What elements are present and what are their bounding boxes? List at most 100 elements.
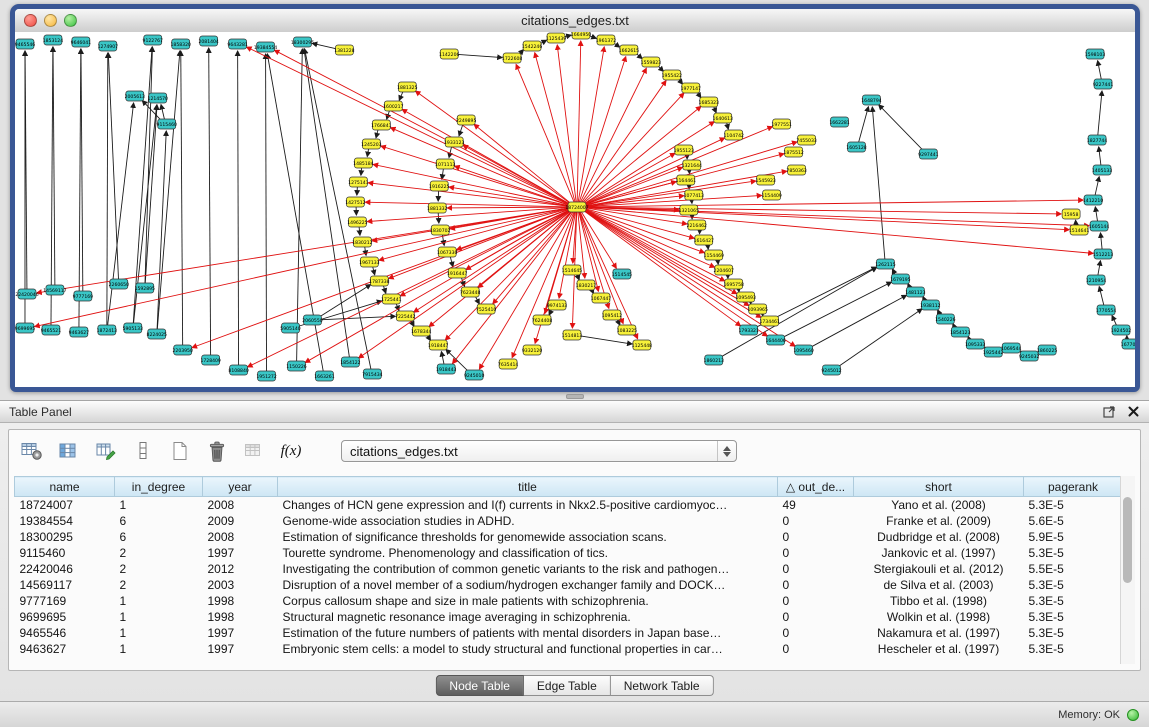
cell-year[interactable]: 2009 <box>203 513 278 529</box>
cell-out_degree[interactable]: 0 <box>778 545 854 561</box>
cell-in_degree[interactable]: 6 <box>115 513 203 529</box>
tab-node-table[interactable]: Node Table <box>435 675 524 696</box>
cell-short[interactable]: Hescheler et al. (1997) <box>854 641 1024 657</box>
table-row[interactable]: 1456911722003Disruption of a novel membe… <box>15 577 1123 593</box>
cell-short[interactable]: Tibbo et al. (1998) <box>854 593 1024 609</box>
window-titlebar[interactable]: citations_edges.txt <box>15 9 1135 33</box>
cell-year[interactable]: 2008 <box>203 529 278 545</box>
cell-out_degree[interactable]: 0 <box>778 561 854 577</box>
cell-year[interactable]: 1998 <box>203 609 278 625</box>
cell-year[interactable]: 1997 <box>203 641 278 657</box>
minimize-window-button[interactable] <box>44 14 57 27</box>
close-window-button[interactable] <box>24 14 37 27</box>
cell-in_degree[interactable]: 6 <box>115 529 203 545</box>
new-table-icon[interactable] <box>167 439 193 463</box>
cell-short[interactable]: Franke et al. (2009) <box>854 513 1024 529</box>
cell-name[interactable]: 18724007 <box>15 497 115 514</box>
column-strip-icon[interactable] <box>130 439 156 463</box>
cell-in_degree[interactable]: 2 <box>115 561 203 577</box>
cell-short[interactable]: de Silva et al. (2003) <box>854 577 1024 593</box>
edit-table-icon[interactable] <box>93 439 119 463</box>
cell-out_degree[interactable]: 0 <box>778 577 854 593</box>
cell-title[interactable]: Genome-wide association studies in ADHD. <box>278 513 778 529</box>
table-row[interactable]: 946554611997Estimation of the future num… <box>15 625 1123 641</box>
cell-pagerank[interactable]: 5.3E-5 <box>1024 593 1123 609</box>
show-columns-icon[interactable] <box>56 439 82 463</box>
cell-year[interactable]: 2008 <box>203 497 278 514</box>
cell-title[interactable]: Tourette syndrome. Phenomenology and cla… <box>278 545 778 561</box>
cell-name[interactable]: 18300295 <box>15 529 115 545</box>
cell-year[interactable]: 1997 <box>203 625 278 641</box>
close-panel-icon[interactable] <box>1126 405 1140 419</box>
cell-name[interactable]: 9465546 <box>15 625 115 641</box>
tab-network-table[interactable]: Network Table <box>611 675 714 696</box>
cell-name[interactable]: 9699695 <box>15 609 115 625</box>
scrollbar-thumb[interactable] <box>1123 497 1132 583</box>
cell-out_degree[interactable]: 0 <box>778 513 854 529</box>
table-row[interactable]: 911546021997Tourette syndrome. Phenomeno… <box>15 545 1123 561</box>
cell-name[interactable]: 9777169 <box>15 593 115 609</box>
cell-out_degree[interactable]: 0 <box>778 625 854 641</box>
cell-out_degree[interactable]: 49 <box>778 497 854 514</box>
table-row[interactable]: 977716911998Corpus callosum shape and si… <box>15 593 1123 609</box>
cell-in_degree[interactable]: 1 <box>115 593 203 609</box>
cell-in_degree[interactable]: 1 <box>115 641 203 657</box>
table-row[interactable]: 2242004622012Investigating the contribut… <box>15 561 1123 577</box>
table-vertical-scrollbar[interactable] <box>1120 476 1135 664</box>
cell-title[interactable]: Disruption of a novel member of a sodium… <box>278 577 778 593</box>
column-header-year[interactable]: year <box>203 477 278 497</box>
cell-title[interactable]: Corpus callosum shape and size in male p… <box>278 593 778 609</box>
cell-year[interactable]: 1998 <box>203 593 278 609</box>
cell-title[interactable]: Structural magnetic resonance image aver… <box>278 609 778 625</box>
cell-in_degree[interactable]: 1 <box>115 497 203 514</box>
column-header-title[interactable]: title <box>278 477 778 497</box>
table-row[interactable]: 1830029562008Estimation of significance … <box>15 529 1123 545</box>
table-source-dropdown[interactable]: citations_edges.txt <box>341 440 737 462</box>
cell-short[interactable]: Wolkin et al. (1998) <box>854 609 1024 625</box>
cell-short[interactable]: Nakamura et al. (1997) <box>854 625 1024 641</box>
table-row[interactable]: 1872400712008Changes of HCN gene express… <box>15 497 1123 514</box>
cell-pagerank[interactable]: 5.5E-5 <box>1024 561 1123 577</box>
cell-title[interactable]: Estimation of significance thresholds fo… <box>278 529 778 545</box>
cell-short[interactable]: Stergiakouli et al. (2012) <box>854 561 1024 577</box>
cell-pagerank[interactable]: 5.6E-5 <box>1024 513 1123 529</box>
column-header-in_degree[interactable]: in_degree <box>115 477 203 497</box>
cell-out_degree[interactable]: 0 <box>778 529 854 545</box>
table-row[interactable]: 946362711997Embryonic stem cells: a mode… <box>15 641 1123 657</box>
cell-in_degree[interactable]: 1 <box>115 625 203 641</box>
network-graph[interactable]: 9465546185312496460411274907912276718583… <box>15 32 1135 387</box>
cell-name[interactable]: 14569117 <box>15 577 115 593</box>
cell-name[interactable]: 9115460 <box>15 545 115 561</box>
cell-short[interactable]: Jankovic et al. (1997) <box>854 545 1024 561</box>
table-row[interactable]: 1938455462009Genome-wide association stu… <box>15 513 1123 529</box>
table-row[interactable]: 969969511998Structural magnetic resonanc… <box>15 609 1123 625</box>
cell-year[interactable]: 2012 <box>203 561 278 577</box>
float-panel-icon[interactable] <box>1102 405 1116 419</box>
cell-name[interactable]: 22420046 <box>15 561 115 577</box>
network-canvas[interactable]: 9465546185312496460411274907912276718583… <box>15 32 1135 387</box>
function-builder-icon[interactable]: f(x) <box>278 439 304 463</box>
cell-short[interactable]: Dudbridge et al. (2008) <box>854 529 1024 545</box>
cell-title[interactable]: Estimation of the future numbers of pati… <box>278 625 778 641</box>
cell-title[interactable]: Investigating the contribution of common… <box>278 561 778 577</box>
column-header-short[interactable]: short <box>854 477 1024 497</box>
cell-name[interactable]: 19384554 <box>15 513 115 529</box>
cell-pagerank[interactable]: 5.9E-5 <box>1024 529 1123 545</box>
column-header-out_degree[interactable]: △ out_de... <box>778 477 854 497</box>
cell-pagerank[interactable]: 5.3E-5 <box>1024 497 1123 514</box>
cell-year[interactable]: 1997 <box>203 545 278 561</box>
cell-title[interactable]: Embryonic stem cells: a model to study s… <box>278 641 778 657</box>
cell-in_degree[interactable]: 2 <box>115 545 203 561</box>
tab-edge-table[interactable]: Edge Table <box>524 675 611 696</box>
panel-resize-grip[interactable] <box>566 394 584 399</box>
table-settings-icon[interactable] <box>19 439 45 463</box>
cell-pagerank[interactable]: 5.3E-5 <box>1024 577 1123 593</box>
cell-pagerank[interactable]: 5.3E-5 <box>1024 609 1123 625</box>
cell-pagerank[interactable]: 5.3E-5 <box>1024 545 1123 561</box>
zoom-window-button[interactable] <box>64 14 77 27</box>
cell-year[interactable]: 2003 <box>203 577 278 593</box>
cell-pagerank[interactable]: 5.3E-5 <box>1024 641 1123 657</box>
import-table-icon[interactable] <box>241 439 267 463</box>
cell-short[interactable]: Yano et al. (2008) <box>854 497 1024 514</box>
cell-pagerank[interactable]: 5.3E-5 <box>1024 625 1123 641</box>
